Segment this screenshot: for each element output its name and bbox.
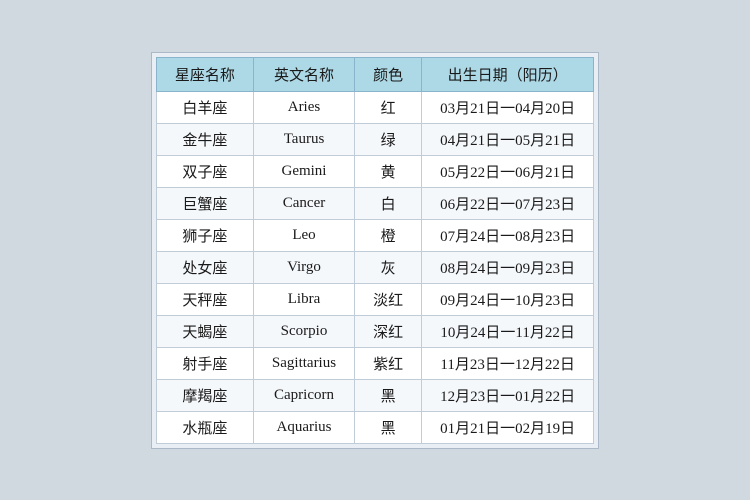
cell-dates: 03月21日一04月20日 <box>422 91 594 123</box>
header-birthdate: 出生日期（阳历） <box>422 57 594 91</box>
cell-dates: 12月23日一01月22日 <box>422 379 594 411</box>
cell-color: 深红 <box>355 315 422 347</box>
cell-dates: 10月24日一11月22日 <box>422 315 594 347</box>
table-row: 射手座Sagittarius紫红11月23日一12月22日 <box>156 347 593 379</box>
cell-chinese-name: 天蝎座 <box>156 315 253 347</box>
cell-dates: 01月21日一02月19日 <box>422 411 594 443</box>
cell-chinese-name: 处女座 <box>156 251 253 283</box>
cell-dates: 07月24日一08月23日 <box>422 219 594 251</box>
table-row: 狮子座Leo橙07月24日一08月23日 <box>156 219 593 251</box>
cell-chinese-name: 狮子座 <box>156 219 253 251</box>
cell-dates: 04月21日一05月21日 <box>422 123 594 155</box>
zodiac-table: 星座名称 英文名称 颜色 出生日期（阳历） 白羊座Aries红03月21日一04… <box>156 57 594 444</box>
cell-color: 淡红 <box>355 283 422 315</box>
table-row: 天秤座Libra淡红09月24日一10月23日 <box>156 283 593 315</box>
cell-english-name: Libra <box>253 283 354 315</box>
cell-color: 红 <box>355 91 422 123</box>
cell-english-name: Aquarius <box>253 411 354 443</box>
cell-color: 紫红 <box>355 347 422 379</box>
table-row: 水瓶座Aquarius黑01月21日一02月19日 <box>156 411 593 443</box>
table-row: 处女座Virgo灰08月24日一09月23日 <box>156 251 593 283</box>
cell-color: 灰 <box>355 251 422 283</box>
cell-english-name: Taurus <box>253 123 354 155</box>
cell-chinese-name: 金牛座 <box>156 123 253 155</box>
cell-dates: 11月23日一12月22日 <box>422 347 594 379</box>
cell-color: 黄 <box>355 155 422 187</box>
table-row: 巨蟹座Cancer白06月22日一07月23日 <box>156 187 593 219</box>
cell-english-name: Cancer <box>253 187 354 219</box>
table-header-row: 星座名称 英文名称 颜色 出生日期（阳历） <box>156 57 593 91</box>
header-chinese-name: 星座名称 <box>156 57 253 91</box>
cell-color: 黑 <box>355 411 422 443</box>
cell-dates: 06月22日一07月23日 <box>422 187 594 219</box>
header-english-name: 英文名称 <box>253 57 354 91</box>
cell-chinese-name: 白羊座 <box>156 91 253 123</box>
zodiac-table-container: 星座名称 英文名称 颜色 出生日期（阳历） 白羊座Aries红03月21日一04… <box>151 52 599 449</box>
cell-color: 白 <box>355 187 422 219</box>
cell-dates: 08月24日一09月23日 <box>422 251 594 283</box>
cell-chinese-name: 射手座 <box>156 347 253 379</box>
cell-english-name: Capricorn <box>253 379 354 411</box>
cell-english-name: Leo <box>253 219 354 251</box>
cell-english-name: Gemini <box>253 155 354 187</box>
cell-dates: 09月24日一10月23日 <box>422 283 594 315</box>
header-color: 颜色 <box>355 57 422 91</box>
table-row: 摩羯座Capricorn黑12月23日一01月22日 <box>156 379 593 411</box>
cell-english-name: Sagittarius <box>253 347 354 379</box>
cell-dates: 05月22日一06月21日 <box>422 155 594 187</box>
cell-english-name: Virgo <box>253 251 354 283</box>
table-row: 金牛座Taurus绿04月21日一05月21日 <box>156 123 593 155</box>
table-body: 白羊座Aries红03月21日一04月20日金牛座Taurus绿04月21日一0… <box>156 91 593 443</box>
cell-english-name: Aries <box>253 91 354 123</box>
cell-chinese-name: 天秤座 <box>156 283 253 315</box>
cell-color: 橙 <box>355 219 422 251</box>
cell-color: 黑 <box>355 379 422 411</box>
cell-chinese-name: 摩羯座 <box>156 379 253 411</box>
cell-chinese-name: 巨蟹座 <box>156 187 253 219</box>
table-row: 天蝎座Scorpio深红10月24日一11月22日 <box>156 315 593 347</box>
cell-color: 绿 <box>355 123 422 155</box>
cell-chinese-name: 水瓶座 <box>156 411 253 443</box>
table-row: 双子座Gemini黄05月22日一06月21日 <box>156 155 593 187</box>
cell-english-name: Scorpio <box>253 315 354 347</box>
cell-chinese-name: 双子座 <box>156 155 253 187</box>
table-row: 白羊座Aries红03月21日一04月20日 <box>156 91 593 123</box>
